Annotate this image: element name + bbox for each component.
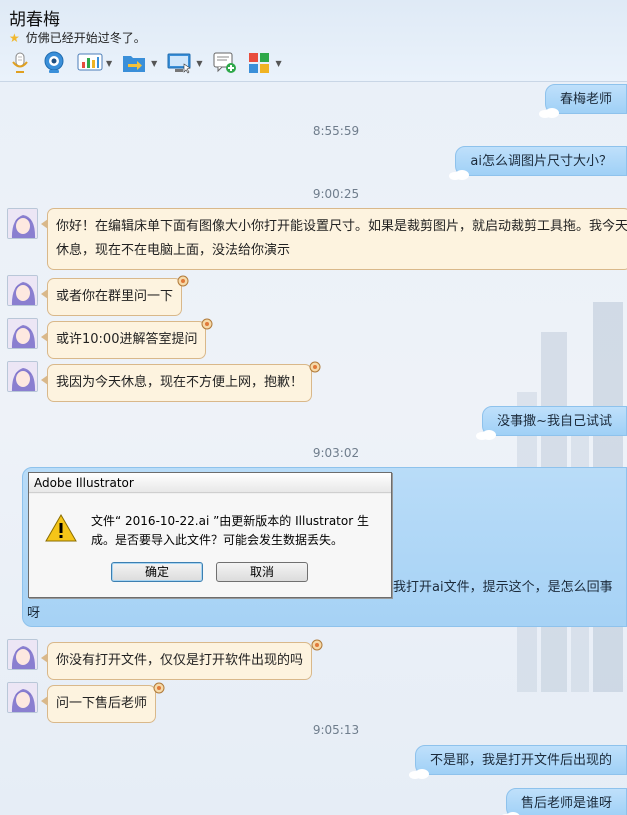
- outgoing-message[interactable]: 售后老师是谁呀: [502, 788, 627, 815]
- anime-avatar-icon: [8, 362, 37, 391]
- message-text: 我打开ai文件，提示这个，是怎么回事: [393, 580, 613, 595]
- avatar[interactable]: [7, 275, 38, 306]
- message-text: ai怎么调图片尺寸大小？: [470, 154, 612, 169]
- incoming-message[interactable]: 或者你在群里问一下: [40, 278, 183, 316]
- outgoing-message[interactable]: 不是耶，我是打开文件后出现的: [408, 745, 627, 779]
- more-apps-button[interactable]: ▼: [245, 50, 284, 76]
- chevron-down-icon[interactable]: ▼: [196, 59, 202, 68]
- timestamp: 9:05:13: [312, 723, 360, 737]
- warning-icon: [45, 514, 77, 542]
- chat-history[interactable]: 春梅老师 8:55:59 ai怎么调图片尺寸大小？ 9:00:25 你好！在编辑…: [0, 82, 627, 815]
- send-file-button[interactable]: ▼: [119, 50, 160, 76]
- chevron-down-icon[interactable]: ▼: [275, 59, 281, 68]
- new-message-icon: [213, 52, 237, 73]
- incoming-message[interactable]: 我因为今天休息，现在不方便上网，抱歉！: [40, 364, 313, 402]
- timestamp: 9:03:02: [312, 446, 360, 460]
- outgoing-message[interactable]: 没事撒~我自己试试: [476, 406, 627, 440]
- message-text: 春梅老师: [559, 92, 612, 107]
- voice-call-button[interactable]: [6, 50, 34, 76]
- apps-grid-icon: [249, 53, 270, 73]
- cancel-button[interactable]: 取消: [216, 562, 308, 582]
- chat-toolbar: ▼ ▼ ▼ ▼: [6, 50, 285, 76]
- message-text: 没事撒~我自己试试: [497, 414, 612, 429]
- incoming-message[interactable]: 或许10:00进解答室提问: [40, 321, 207, 359]
- anime-avatar-icon: [8, 319, 37, 348]
- outgoing-message[interactable]: ai怎么调图片尺寸大小？: [449, 146, 627, 180]
- chevron-down-icon[interactable]: ▼: [106, 59, 112, 68]
- bubble-decoration-icon: [309, 361, 321, 373]
- message-text: 呀: [27, 606, 41, 621]
- cloud-icon: [408, 769, 429, 779]
- cloud-icon: [538, 108, 559, 118]
- avatar[interactable]: [7, 682, 38, 713]
- avatar[interactable]: [7, 208, 38, 239]
- anime-avatar-icon: [8, 209, 37, 238]
- message-text: 售后老师是谁呀: [520, 796, 612, 811]
- avatar[interactable]: [7, 639, 38, 670]
- contact-name[interactable]: 胡春梅: [9, 5, 60, 30]
- new-note-button[interactable]: [209, 50, 241, 76]
- message-text: 问一下售后老师: [56, 696, 148, 711]
- avatar[interactable]: [7, 361, 38, 392]
- microphone-icon: [12, 52, 28, 73]
- anime-avatar-icon: [8, 683, 37, 712]
- remote-assist-button[interactable]: ▼: [164, 50, 205, 76]
- contact-signature: 仿佛已经开始过冬了。: [25, 31, 146, 45]
- cloud-icon: [476, 430, 497, 440]
- cloud-icon: [449, 170, 470, 180]
- dialog-body: 文件“ 2016-10-22.ai ”由更新版本的 Illustrator 生成…: [29, 494, 391, 597]
- incoming-message[interactable]: 问一下售后老师: [40, 685, 157, 723]
- cloud-icon: [502, 812, 520, 815]
- outgoing-message[interactable]: 春梅老师: [538, 84, 627, 118]
- chart-app-icon: [77, 53, 103, 71]
- anime-avatar-icon: [8, 276, 37, 305]
- message-text: 或许10:00进解答室提问: [56, 332, 198, 347]
- webcam-icon: [44, 51, 64, 73]
- message-text: 我因为今天休息，现在不方便上网，抱歉！: [56, 375, 304, 390]
- message-text: 休息，现在不在电脑上面，没法给你演示: [56, 243, 291, 258]
- timestamp: 9:00:25: [312, 187, 360, 201]
- dialog-title: Adobe Illustrator: [29, 473, 391, 493]
- remote-desktop-icon: [167, 53, 191, 74]
- video-call-button[interactable]: [38, 50, 70, 76]
- star-icon: ★: [9, 30, 20, 45]
- app-button[interactable]: ▼: [74, 50, 115, 76]
- bubble-decoration-icon: [153, 682, 165, 694]
- bubble-decoration-icon: [201, 318, 213, 330]
- message-text: 你没有打开文件，仅仅是打开软件出现的吗: [56, 653, 304, 668]
- screenshot-dialog[interactable]: Adobe Illustrator 文件“ 2016-10-22.ai ”由更新…: [28, 472, 392, 598]
- file-transfer-icon: [123, 56, 146, 72]
- timestamp: 8:55:59: [312, 124, 360, 138]
- anime-avatar-icon: [8, 640, 37, 669]
- bubble-decoration-icon: [177, 275, 189, 287]
- message-text: 你好！在编辑床单下面有图像大小你打开能设置尺寸。如果是裁剪图片，就启动裁剪工具拖…: [56, 219, 627, 234]
- message-text: 或者你在群里问一下: [56, 289, 174, 304]
- outgoing-image-message[interactable]: Adobe Illustrator 文件“ 2016-10-22.ai ”由更新…: [22, 467, 627, 627]
- bubble-decoration-icon: [311, 639, 323, 651]
- dialog-message: 文件“ 2016-10-22.ai ”由更新版本的 Illustrator 生成…: [91, 514, 369, 547]
- ok-button[interactable]: 确定: [111, 562, 203, 582]
- incoming-message[interactable]: 你没有打开文件，仅仅是打开软件出现的吗: [40, 642, 313, 680]
- incoming-message[interactable]: 你好！在编辑床单下面有图像大小你打开能设置尺寸。如果是裁剪图片，就启动裁剪工具拖…: [41, 208, 627, 270]
- chat-header: 胡春梅 ★ 仿佛已经开始过冬了。 ▼ ▼ ▼ ▼: [0, 0, 627, 82]
- avatar[interactable]: [7, 318, 38, 349]
- signature-row: ★ 仿佛已经开始过冬了。: [9, 29, 146, 46]
- chevron-down-icon[interactable]: ▼: [151, 59, 157, 68]
- message-text: 不是耶，我是打开文件后出现的: [429, 753, 612, 768]
